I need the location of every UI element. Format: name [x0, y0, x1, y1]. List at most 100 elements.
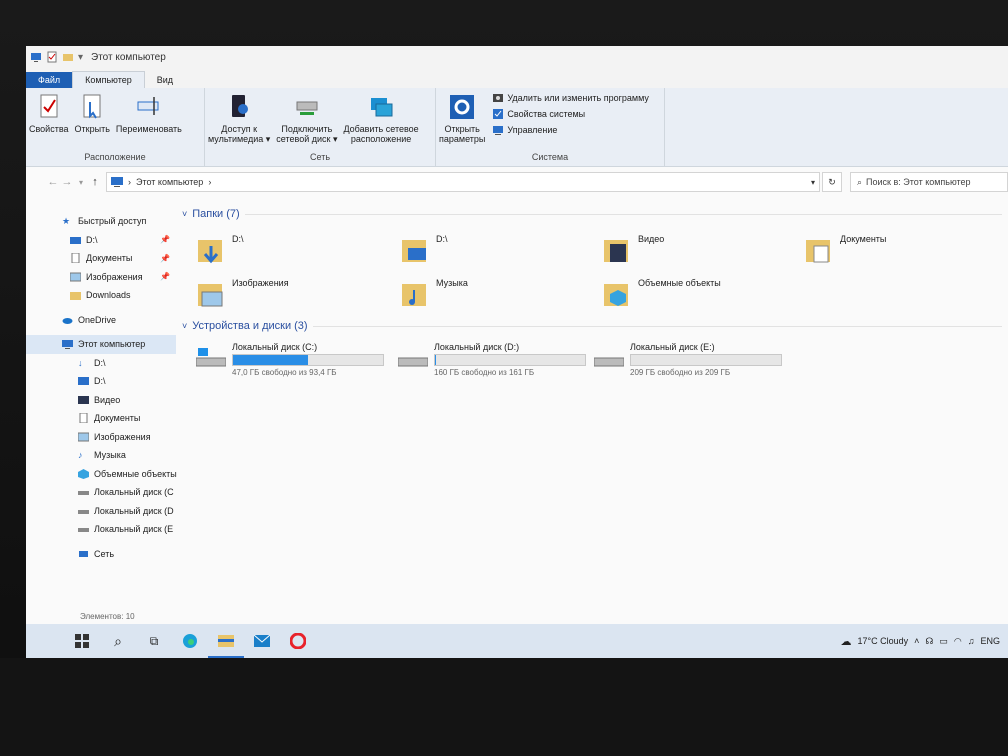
add-network-location-button[interactable]: Добавить сетевое расположение [340, 92, 421, 144]
drive-tile-e[interactable]: Локальный диск (E:) 209 ГБ свободно из 2… [594, 342, 782, 377]
sidebar-item-images-pinned[interactable]: Изображения 📌 [26, 268, 176, 287]
media-server-icon [232, 95, 249, 117]
properties-icon [40, 94, 58, 118]
network-drive-icon [296, 101, 318, 115]
system-properties-button[interactable]: Свойства системы [492, 108, 648, 120]
sidebar-item-network[interactable]: Сеть [26, 545, 176, 564]
folder-tile-videos[interactable]: Видео [602, 234, 664, 266]
search-taskbar-button[interactable]: ⌕ [100, 624, 136, 658]
chevron-up-icon[interactable]: ˄ [914, 636, 919, 646]
folder-tile-images[interactable]: Изображения [196, 278, 289, 310]
documents-icon [79, 413, 88, 424]
back-arrow-icon[interactable]: ← [46, 176, 60, 188]
opera-taskbar-button[interactable] [280, 624, 316, 658]
tab-computer[interactable]: Компьютер [72, 71, 145, 88]
new-folder-quick-icon[interactable] [62, 51, 74, 63]
sidebar-item-drive-c[interactable]: Локальный диск (C [26, 483, 176, 502]
pin-icon: 📌 [160, 272, 170, 282]
up-arrow-icon[interactable]: ↑ [88, 176, 102, 188]
drive-icon [70, 236, 81, 244]
meet-now-icon[interactable]: ☊ [925, 636, 933, 647]
address-dropdown-chevron-icon[interactable]: ▾ [811, 178, 815, 187]
recent-locations-chevron-icon[interactable]: ▾ [74, 178, 88, 187]
weather-icon[interactable]: ☁ [840, 635, 851, 648]
breadcrumb-separator-icon: › [208, 177, 212, 187]
sidebar-item-drive-d[interactable]: Локальный диск (D [26, 502, 176, 521]
address-box[interactable]: › Этот компьютер › ▾ [106, 172, 820, 192]
star-icon: ★ [62, 216, 71, 227]
computer-icon [31, 53, 41, 62]
sidebar-item-downloads[interactable]: Downloads [26, 286, 176, 305]
cube-icon [78, 468, 89, 479]
explorer-taskbar-button[interactable] [208, 624, 244, 658]
sidebar-item-images[interactable]: Изображения [26, 428, 176, 447]
folder-tile-documents[interactable]: Документы [804, 234, 886, 266]
breadcrumb-this-pc[interactable]: Этот компьютер [136, 177, 203, 187]
open-settings-button[interactable]: Открыть параметры [436, 92, 488, 144]
edge-taskbar-button[interactable] [172, 624, 208, 658]
network-location-icon [371, 98, 393, 117]
folders-section-header[interactable]: ˅ Папки (7) [182, 208, 1002, 220]
open-button[interactable]: Открыть [72, 92, 113, 134]
images-folder-icon [198, 284, 223, 307]
pin-icon: 📌 [160, 235, 170, 245]
search-placeholder: Поиск в: Этот компьютер [866, 177, 971, 187]
laptop-bottom-bezel [0, 658, 1008, 756]
language-indicator[interactable]: ENG [980, 636, 1000, 646]
volume-icon[interactable]: ♫ [968, 636, 975, 646]
sidebar-item-onedrive[interactable]: OneDrive [26, 311, 176, 330]
divider [312, 325, 1002, 327]
forward-arrow-icon[interactable]: → [60, 176, 74, 188]
sidebar-item-d-downloads[interactable]: ↓ D:\ [26, 354, 176, 373]
task-view-button[interactable]: ⧉ [136, 624, 172, 658]
edge-browser-icon [183, 634, 197, 648]
weather-text[interactable]: 17°C Cloudy [857, 636, 908, 646]
sidebar-item-3d-objects[interactable]: Объемные объекты [26, 465, 177, 484]
sidebar-item-d-desktop[interactable]: D:\ [26, 372, 176, 391]
search-input[interactable]: ⌕ Поиск в: Этот компьютер [850, 172, 1008, 192]
wifi-icon[interactable]: ◠ [954, 636, 962, 647]
folder-tile-music[interactable]: Музыка [400, 278, 468, 310]
folder-tile-d-downloads[interactable]: D:\ [196, 234, 244, 266]
sidebar-item-music[interactable]: ♪ Музыка [26, 446, 176, 465]
sidebar-item-documents-pinned[interactable]: Документы 📌 [26, 249, 176, 268]
content-pane: ˅ Папки (7) D:\ D:\ Видео Документы Изоб… [176, 204, 1008, 624]
map-drive-button[interactable]: Подключить сетевой диск ▾ [273, 92, 340, 144]
group-label-network: Сеть [309, 152, 331, 162]
system-properties-icon [493, 109, 504, 119]
collapse-chevron-icon: ˅ [182, 209, 188, 219]
drives-section-header[interactable]: ˅ Устройства и диски (3) [182, 320, 1002, 332]
sidebar-item-videos[interactable]: Видео [26, 391, 176, 410]
sidebar-item-d-drive-pinned[interactable]: D:\ 📌 [26, 231, 176, 250]
drive-usage-bar [434, 354, 586, 366]
drive-icon [78, 509, 89, 514]
sidebar-item-documents[interactable]: Документы [26, 409, 176, 428]
tab-view[interactable]: Вид [145, 72, 185, 88]
drive-tile-c[interactable]: Локальный диск (C:) 47,0 ГБ свободно из … [196, 342, 384, 377]
sidebar-item-drive-e[interactable]: Локальный диск (E [26, 520, 176, 539]
start-button[interactable] [64, 624, 100, 658]
drive-icon [78, 528, 89, 533]
drive-icon [594, 357, 624, 367]
properties-button[interactable]: Свойства [26, 92, 72, 134]
manage-button[interactable]: Управление [492, 124, 648, 136]
music-folder-icon [402, 284, 426, 306]
rename-button[interactable]: Переименовать [113, 92, 185, 134]
media-access-button[interactable]: Доступ к мультимедиа ▾ [205, 92, 273, 144]
sidebar-item-quick-access[interactable]: ★ Быстрый доступ [26, 212, 176, 231]
battery-icon[interactable]: ▭ [939, 636, 948, 647]
folder-tile-d-desktop[interactable]: D:\ [400, 234, 448, 266]
refresh-button[interactable]: ↻ [822, 172, 842, 192]
customize-quick-access-icon[interactable]: ▾ [78, 52, 83, 63]
folder-tile-3d-objects[interactable]: Объемные объекты [602, 278, 721, 310]
mail-taskbar-button[interactable] [244, 624, 280, 658]
sidebar-item-this-pc[interactable]: Этот компьютер [26, 335, 176, 354]
properties-quick-icon[interactable] [46, 51, 58, 63]
drive-tile-d[interactable]: Локальный диск (D:) 160 ГБ свободно из 1… [398, 342, 586, 377]
file-explorer-icon [218, 635, 234, 647]
video-icon [78, 395, 89, 404]
uninstall-program-button[interactable]: Удалить или изменить программу [492, 92, 649, 104]
group-label-location: Расположение [84, 152, 146, 162]
task-view-icon: ⧉ [149, 633, 159, 648]
tab-file[interactable]: Файл [26, 72, 73, 88]
